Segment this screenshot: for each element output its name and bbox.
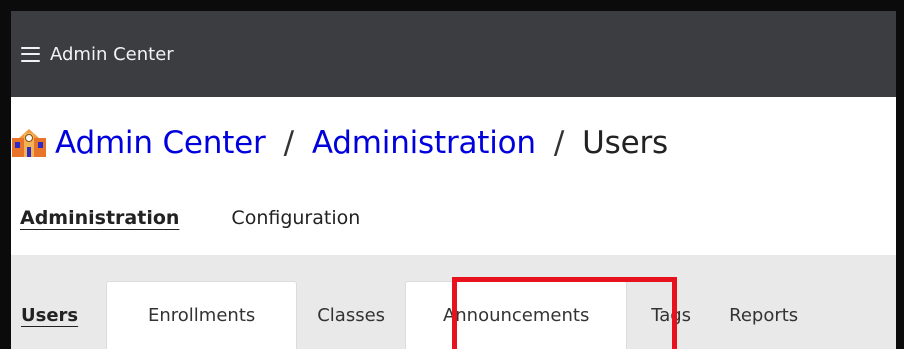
hamburger-menu-icon[interactable] <box>21 46 40 62</box>
breadcrumb-separator: / <box>553 125 565 161</box>
breadcrumb-administration[interactable]: Administration <box>312 125 536 161</box>
breadcrumb-current-page: Users <box>582 125 668 161</box>
tab-classes[interactable]: Classes <box>297 281 405 349</box>
section-nav-administration[interactable]: Administration <box>20 207 179 229</box>
section-nav: Administration Configuration <box>20 203 412 233</box>
frame-top-edge <box>0 0 904 11</box>
breadcrumb-separator: / <box>283 125 294 161</box>
breadcrumb: Admin Center / Administration / Users <box>11 118 668 168</box>
tab-tags[interactable]: Tags <box>627 281 715 349</box>
app-title: Admin Center <box>50 43 174 65</box>
breadcrumb-admin-center[interactable]: Admin Center <box>55 125 266 161</box>
tab-users[interactable]: Users <box>11 281 107 349</box>
top-bar: Admin Center <box>11 11 896 97</box>
school-building-icon <box>11 128 47 158</box>
tab-bar: Users Enrollments Classes Announcements … <box>11 281 896 349</box>
tab-reports[interactable]: Reports <box>715 281 820 349</box>
section-nav-configuration[interactable]: Configuration <box>231 207 360 229</box>
tab-announcements[interactable]: Announcements <box>405 281 628 349</box>
tab-enrollments[interactable]: Enrollments <box>106 281 298 349</box>
